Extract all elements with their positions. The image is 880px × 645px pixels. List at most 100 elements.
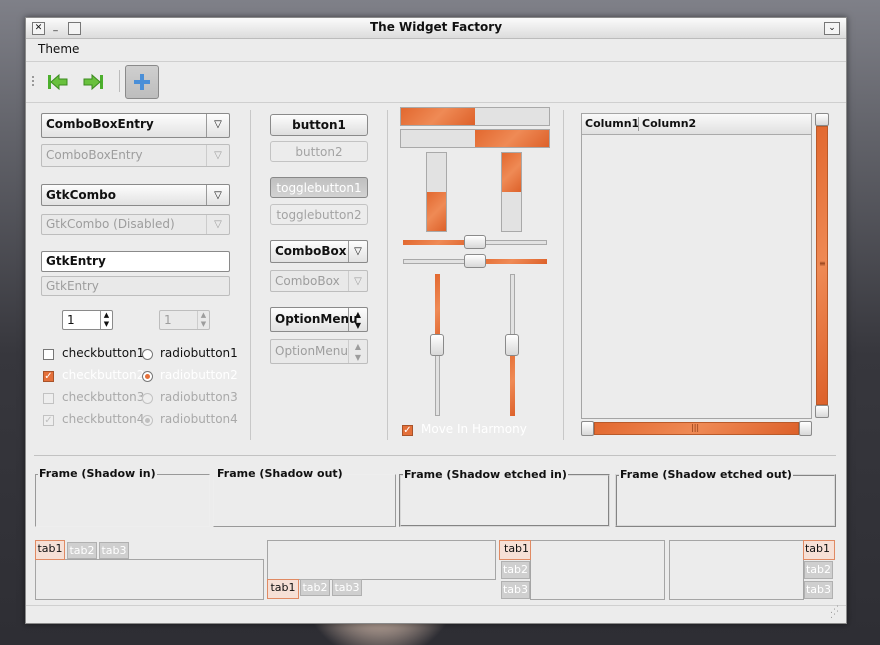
checkbutton1-label[interactable]: checkbutton1 [62,346,144,360]
tab-tab2[interactable]: tab2 [804,561,833,579]
scroll-up-button[interactable] [815,113,829,126]
grip-icon: ||| [691,423,700,432]
scroll-down-button[interactable] [815,405,829,418]
scale-slider-handle[interactable] [505,334,519,356]
grip-icon: ≡ [819,259,826,268]
resize-grip-icon[interactable]: ⋰ ⋰ [830,606,842,620]
radiobutton4-label: radiobutton4 [160,412,238,426]
add-icon[interactable] [125,65,159,99]
gtk-combo[interactable]: GtkCombo ▽ [41,184,230,206]
notebook-tabs-left [530,540,665,600]
checkbutton3-label: checkbutton3 [62,390,145,404]
checkbutton4-label: checkbutton4 [62,412,145,426]
togglebutton1[interactable]: togglebutton1 [270,177,368,198]
tab-tab2[interactable]: tab2 [67,542,97,559]
tab-tab2[interactable]: tab2 [300,579,330,596]
radiobutton3-label: radiobutton3 [160,390,238,404]
menu-theme[interactable]: Theme [38,42,79,56]
progress-fill [502,153,521,192]
gtk-combo-disabled-text: GtkCombo (Disabled) [46,217,175,231]
tab-tab1[interactable]: tab1 [499,540,531,560]
scrollbar-thumb[interactable]: ||| [594,422,799,435]
radiobutton2-label[interactable]: radiobutton2 [160,368,238,382]
frame-label: Frame (Shadow etched out) [619,468,793,481]
column-separator [387,110,388,440]
scale-horizontal-1[interactable] [403,235,547,249]
tab-tab3[interactable]: tab3 [804,581,833,599]
frame-label: Frame (Shadow etched in) [403,468,568,481]
button1[interactable]: button1 [270,114,368,136]
scale-slider-handle[interactable] [430,334,444,356]
header-divider [638,117,639,131]
button2: button2 [270,141,368,162]
option-menu[interactable]: OptionMenu ▲ ▼ [270,307,368,332]
progress-fill [475,130,549,147]
scale-horizontal-2[interactable] [403,254,547,268]
gtk-entry[interactable]: GtkEntry [41,251,230,272]
scale-vertical-2[interactable] [505,274,519,416]
scrollbar-thumb[interactable]: ≡ [816,126,828,405]
checkbutton1-box[interactable] [43,349,54,360]
vertical-scrollbar[interactable]: ≡ [815,113,829,418]
toolbar-grip-icon[interactable] [32,76,36,86]
scale-slider-handle[interactable] [464,254,486,268]
tab-tab3[interactable]: tab3 [501,581,530,599]
column2-header[interactable]: Column2 [642,117,696,130]
menu-bar: Theme [26,39,846,62]
chevron-down-icon[interactable]: ▽ [206,185,229,205]
frame-shadow-etched-out: Frame (Shadow etched out) [615,468,836,527]
title-bar[interactable]: ✕ _ The Widget Factory ⌄ [26,18,846,39]
chevron-down-icon[interactable]: ▽ [206,114,229,137]
updown-arrows-icon[interactable]: ▲ ▼ [348,308,367,331]
combobox-entry[interactable]: ComboBoxEntry ▽ [41,113,230,138]
tab-tab3[interactable]: tab3 [332,579,362,596]
tab-tab1[interactable]: tab1 [267,579,299,599]
tab-tab1[interactable]: tab1 [803,540,835,560]
notebook-tabs-right [669,540,804,600]
radiobutton4-circle [142,415,153,426]
scroll-left-button[interactable] [581,421,594,436]
column1-header[interactable]: Column1 [585,117,639,130]
checkbutton2-label[interactable]: checkbutton2 [62,368,144,382]
checkbutton4-box: ✓ [43,415,54,426]
option-menu-disabled-text: OptionMenu [275,344,348,358]
radiobutton1-circle[interactable] [142,349,153,360]
tab-tab2[interactable]: tab2 [501,561,530,579]
frame-shadow-etched-in: Frame (Shadow etched in) [399,468,610,527]
option-menu-text: OptionMenu [275,312,358,326]
combobox-entry-disabled-text: ComboBoxEntry [46,148,143,162]
scale-slider-handle[interactable] [464,235,486,249]
tree-view[interactable]: Column1 Column2 [581,113,812,419]
checkbutton2-box[interactable]: ✓ [43,371,54,382]
chevron-down-icon[interactable]: ▽ [348,241,367,262]
window-menu-icon[interactable]: ⌄ [824,22,840,35]
move-in-harmony-checkbox[interactable]: ✓ [402,425,413,436]
spin-button[interactable]: 1 ▲ ▼ [62,310,113,330]
tab-tab1[interactable]: tab1 [35,540,65,560]
option-menu-disabled: OptionMenu ▲ ▼ [270,339,368,364]
progressbar-horizontal-2 [400,129,550,148]
horizontal-separator [34,455,836,456]
go-last-icon[interactable] [77,66,109,98]
frame-label: Frame (Shadow out) [216,467,344,480]
go-first-icon[interactable] [42,66,74,98]
move-in-harmony-label[interactable]: Move In Harmony [421,422,527,436]
main-window: ✕ _ The Widget Factory ⌄ Theme ComboBoxE… [25,17,847,624]
radiobutton1-label[interactable]: radiobutton1 [160,346,238,360]
notebook-tabs-top [35,559,264,600]
combobox[interactable]: ComboBox ▽ [270,240,368,263]
tree-header: Column1 Column2 [582,114,811,135]
notebook-tabs-bottom [267,540,496,580]
chevron-down-icon: ▽ [206,145,229,166]
scroll-right-button[interactable] [799,421,812,436]
horizontal-scrollbar[interactable]: ||| [581,421,812,436]
scale-vertical-1[interactable] [430,274,444,416]
frame-shadow-in: Frame (Shadow in) [35,467,210,527]
progressbar-horizontal-1 [400,107,550,126]
updown-arrows-icon: ▲ ▼ [348,340,367,363]
spin-arrows-icon[interactable]: ▲ ▼ [100,311,112,329]
tab-tab3[interactable]: tab3 [99,542,129,559]
togglebutton2: togglebutton2 [270,204,368,225]
checkbutton3-box [43,393,54,404]
radiobutton2-circle[interactable] [142,371,153,382]
